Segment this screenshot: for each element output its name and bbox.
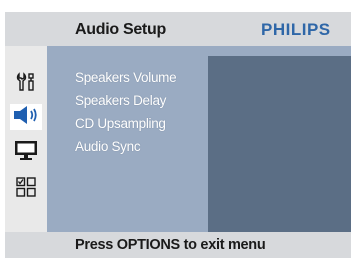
menu-body: Speakers Volume Speakers Delay CD Upsamp… <box>5 46 351 232</box>
exit-hint: Press OPTIONS to exit menu <box>75 237 266 253</box>
menu-item-audio-sync[interactable]: Audio Sync <box>75 135 176 158</box>
audio-setup-screen: Audio Setup PHILIPS Speakers Volume Spea… <box>0 0 357 264</box>
header-bar: Audio Setup PHILIPS <box>5 12 351 46</box>
sidebar-item-video-setup[interactable] <box>10 139 42 165</box>
general-setup-icon <box>15 71 37 98</box>
submenu-value-panel <box>208 56 351 232</box>
video-monitor-icon <box>13 139 39 166</box>
menu-item-speakers-volume[interactable]: Speakers Volume <box>75 66 177 89</box>
sidebar-item-audio-setup[interactable] <box>10 104 42 130</box>
page-title: Audio Setup <box>75 21 166 38</box>
preference-grid-icon <box>15 176 37 203</box>
audio-speaker-icon <box>12 105 40 130</box>
menu-item-speakers-delay[interactable]: Speakers Delay <box>75 89 176 112</box>
sidebar-item-general-setup[interactable] <box>10 71 42 97</box>
setup-category-sidebar <box>5 46 47 232</box>
audio-options-panel: Speakers Volume Speakers Delay CD Upsamp… <box>47 46 351 232</box>
footer-bar: Press OPTIONS to exit menu <box>5 232 351 258</box>
brand-logo: PHILIPS <box>261 20 331 39</box>
audio-options-list: Speakers Volume Speakers Delay CD Upsamp… <box>75 66 177 158</box>
menu-item-cd-upsampling[interactable]: CD Upsampling <box>75 112 176 135</box>
panel-top-strip <box>47 46 351 56</box>
sidebar-item-preference-setup[interactable] <box>10 176 42 202</box>
